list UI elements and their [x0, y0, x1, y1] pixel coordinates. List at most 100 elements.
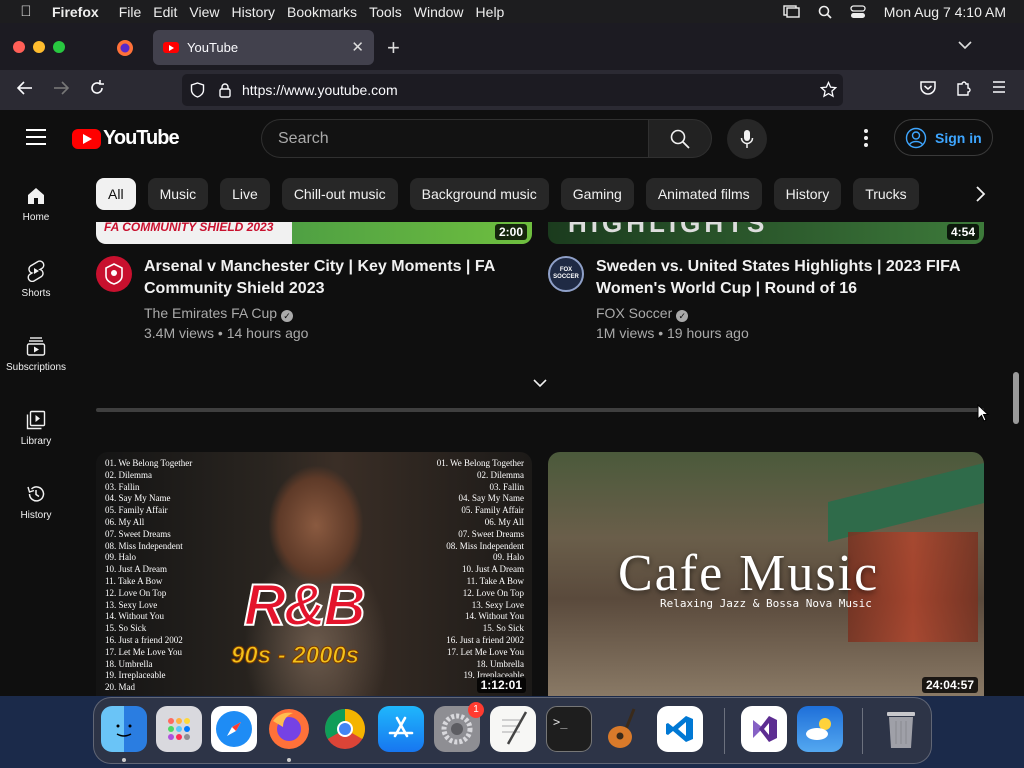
close-window-button[interactable] [13, 41, 25, 53]
youtube-page: YouTube Search Sign in All Music Live Ch… [0, 110, 1024, 696]
firefox-view-icon[interactable] [115, 38, 135, 58]
mouse-cursor-icon [977, 404, 989, 422]
menu-window[interactable]: Window [414, 4, 476, 20]
page-scrollbar-thumb[interactable] [1013, 372, 1019, 424]
terminal-icon[interactable]: >_ [546, 706, 592, 752]
chip-animated-films[interactable]: Animated films [645, 178, 762, 210]
video-thumbnail[interactable]: Cafe Music Relaxing Jazz & Bossa Nova Mu… [548, 452, 984, 696]
menu-history[interactable]: History [231, 4, 287, 20]
sidebar-item-shorts[interactable]: Shorts [0, 260, 72, 299]
channel-name[interactable]: The Emirates FA Cup [144, 305, 277, 321]
track-item: 18. Umbrella [105, 658, 153, 669]
thumbnail-title: Cafe Music [618, 545, 880, 602]
lock-icon[interactable] [218, 82, 232, 98]
chip-all[interactable]: All [96, 178, 136, 210]
tracking-protection-shield-icon[interactable] [190, 82, 205, 98]
menu-tools[interactable]: Tools [369, 4, 414, 20]
firefox-icon[interactable] [266, 706, 312, 752]
menu-file[interactable]: File [119, 4, 154, 20]
chip-history[interactable]: History [773, 178, 842, 210]
control-center-icon[interactable] [850, 4, 866, 19]
chip-bar: All Music Live Chill-out music Backgroun… [96, 178, 1008, 210]
launchpad-icon[interactable] [156, 706, 202, 752]
app-store-icon[interactable] [378, 706, 424, 752]
track-item: 05. Family Affair [105, 505, 168, 516]
chrome-icon[interactable] [322, 706, 368, 752]
list-all-tabs-chevron-icon[interactable] [958, 37, 972, 53]
video-meta: The Emirates FA Cup ✓ 3.4M views • 14 hou… [144, 303, 308, 343]
running-indicator [287, 758, 291, 762]
microphone-icon [740, 130, 754, 148]
new-tab-button[interactable]: + [387, 35, 400, 61]
textedit-icon[interactable] [490, 706, 536, 752]
channel-avatar[interactable]: FOX SOCCER [548, 256, 584, 292]
forward-arrow-icon[interactable] [52, 79, 70, 97]
finder-icon[interactable] [101, 706, 147, 752]
chip-background-music[interactable]: Background music [409, 178, 549, 210]
track-item: 08. Miss Independent [105, 540, 183, 551]
show-more-chevron-icon[interactable] [533, 378, 547, 388]
menu-app-firefox[interactable]: Firefox [52, 4, 111, 20]
sidebar-item-home[interactable]: Home [0, 186, 72, 223]
video-title[interactable]: Arsenal v Manchester City | Key Moments … [144, 256, 495, 300]
menubar-clock[interactable]: Mon Aug 7 4:10 AM [884, 4, 1006, 20]
url-text[interactable]: https://www.youtube.com [242, 82, 398, 98]
extensions-puzzle-icon[interactable] [955, 79, 973, 97]
track-item: 13. Sexy Love [471, 599, 524, 610]
app-menu-hamburger-icon[interactable] [991, 79, 1007, 95]
reload-icon[interactable] [88, 79, 106, 97]
display-mirror-icon[interactable] [783, 5, 800, 18]
menu-help[interactable]: Help [476, 4, 517, 20]
trash-icon[interactable] [878, 706, 924, 752]
track-item: 04. Say My Name [105, 493, 171, 504]
video-thumbnail[interactable]: 01. We Belong Together 02. Dilemma 03. Fal… [96, 452, 532, 696]
video-title[interactable]: Sweden vs. United States Highlights | 20… [596, 256, 961, 300]
settings-more-vert-icon[interactable] [862, 128, 870, 148]
bookmark-star-icon[interactable] [820, 81, 837, 98]
menu-bookmarks[interactable]: Bookmarks [287, 4, 369, 20]
pocket-icon[interactable] [919, 79, 937, 97]
voice-search-button[interactable] [727, 119, 767, 159]
track-item: 09. Halo [493, 552, 524, 563]
spotlight-search-icon[interactable] [818, 5, 832, 19]
sidebar-item-history[interactable]: History [0, 484, 72, 521]
youtube-play-logo-icon [72, 128, 101, 149]
tab-youtube[interactable]: YouTube ✕ [153, 30, 374, 65]
visual-studio-icon[interactable] [741, 706, 787, 752]
video-thumbnail[interactable]: HIGHLIGHTS 4:54 [548, 222, 984, 244]
back-arrow-icon[interactable] [16, 79, 34, 97]
system-settings-icon[interactable]: 1 [434, 702, 484, 752]
sidebar-item-subscriptions[interactable]: Subscriptions [0, 336, 72, 373]
browser-tabbar: YouTube ✕ + [0, 23, 1024, 70]
menu-view[interactable]: View [189, 4, 231, 20]
url-bar[interactable]: https://www.youtube.com [182, 74, 843, 106]
search-input[interactable]: Search [261, 119, 648, 158]
menu-edit[interactable]: Edit [153, 4, 189, 20]
chip-chill-out-music[interactable]: Chill-out music [281, 178, 398, 210]
channel-name[interactable]: FOX Soccer [596, 305, 672, 321]
minimize-window-button[interactable] [33, 41, 45, 53]
video-thumbnail[interactable]: FA COMMUNITY SHIELD 2023 2:00 [96, 222, 532, 244]
vscode-icon[interactable] [657, 706, 703, 752]
track-item: 11. Take A Bow [105, 575, 163, 586]
sign-in-button[interactable]: Sign in [894, 119, 993, 156]
history-icon [27, 486, 45, 502]
channel-avatar[interactable] [96, 256, 132, 292]
chips-next-chevron-icon[interactable] [970, 184, 990, 204]
chip-trucks[interactable]: Trucks [853, 178, 919, 210]
apple-icon[interactable]:  [0, 3, 52, 20]
safari-icon[interactable] [211, 706, 257, 752]
chip-gaming[interactable]: Gaming [560, 178, 634, 210]
track-item: 10. Just A Dream [462, 564, 524, 575]
zoom-window-button[interactable] [53, 41, 65, 53]
video-title-line: Women's World Cup | Round of 16 [596, 280, 858, 297]
sidebar-item-library[interactable]: Library [0, 410, 72, 447]
garageband-icon[interactable] [601, 706, 647, 752]
guide-menu-icon[interactable] [26, 129, 46, 145]
search-button[interactable] [648, 119, 712, 158]
youtube-logo[interactable]: YouTube [72, 127, 180, 150]
weather-icon[interactable] [797, 706, 843, 752]
chip-live[interactable]: Live [220, 178, 270, 210]
close-tab-icon[interactable]: ✕ [351, 38, 364, 56]
chip-music[interactable]: Music [147, 178, 209, 210]
